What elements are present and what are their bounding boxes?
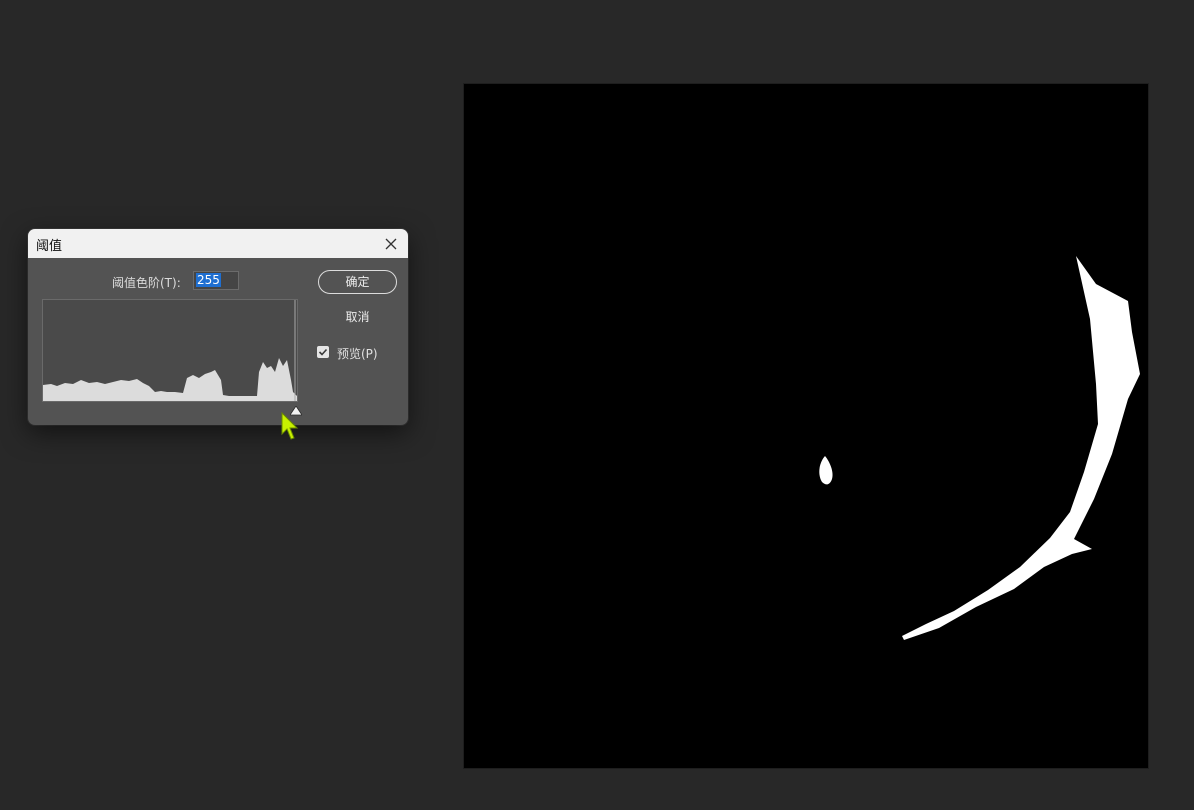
preview-checkbox[interactable] — [317, 346, 329, 358]
threshold-preview-image — [819, 256, 1140, 640]
histogram[interactable] — [42, 299, 298, 402]
workspace: 阈值 阈值色阶(T): 255 确定 取消 预览(P) — [0, 0, 1194, 810]
close-icon — [385, 238, 397, 250]
ok-button[interactable]: 确定 — [318, 270, 397, 294]
checkmark-icon — [318, 348, 328, 356]
close-button[interactable] — [380, 233, 402, 255]
document-canvas[interactable] — [464, 84, 1148, 768]
threshold-level-input[interactable]: 255 — [193, 271, 239, 290]
cancel-button[interactable]: 取消 — [318, 305, 397, 329]
crescent-shape — [902, 256, 1140, 640]
mouse-cursor-icon — [281, 412, 299, 440]
threshold-level-label: 阈值色阶(T): — [112, 276, 181, 290]
threshold-dialog: 阈值 阈值色阶(T): 255 确定 取消 预览(P) — [28, 229, 408, 425]
small-blob-shape — [819, 456, 833, 485]
dialog-title: 阈值 — [36, 239, 63, 254]
threshold-level-value: 255 — [196, 273, 221, 287]
preview-label: 预览(P) — [337, 347, 378, 361]
dialog-titlebar[interactable]: 阈值 — [28, 229, 408, 258]
histogram-fill — [43, 358, 297, 401]
histogram-graph — [43, 300, 297, 401]
